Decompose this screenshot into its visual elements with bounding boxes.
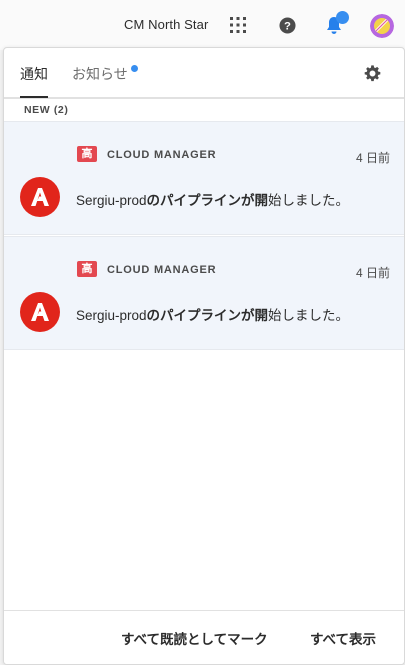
- mark-all-read-button[interactable]: すべて既読としてマーク: [121, 628, 268, 648]
- adobe-logo-icon: [20, 292, 60, 332]
- tab-notifications[interactable]: 通知: [20, 64, 48, 84]
- notification-source: CLOUD MANAGER: [107, 149, 217, 161]
- notification-time: 4 日前: [355, 151, 390, 165]
- priority-badge: 高: [77, 146, 97, 162]
- top-bar: CM North Star ?: [0, 0, 405, 50]
- priority-badge: 高: [77, 261, 97, 277]
- avatar[interactable]: [370, 14, 394, 38]
- selected-tab-indicator: [20, 96, 48, 98]
- gear-icon[interactable]: [364, 65, 381, 82]
- section-label: NEW (2): [24, 104, 69, 116]
- announcement-unread-dot: [131, 65, 138, 72]
- apps-grid-icon[interactable]: [230, 17, 246, 33]
- org-switcher[interactable]: CM North Star: [124, 17, 208, 32]
- tab-announcements[interactable]: お知らせ: [72, 64, 128, 84]
- notification-message: Sergiu-prodのパイプラインが開始しました。: [76, 308, 350, 323]
- tab-bar: 通知 お知らせ: [4, 48, 404, 99]
- adobe-logo-icon: [20, 177, 60, 217]
- show-all-button[interactable]: すべて表示: [310, 628, 376, 648]
- notification-time: 4 日前: [355, 266, 390, 280]
- svg-text:?: ?: [284, 20, 291, 32]
- unread-indicator: [336, 11, 349, 24]
- popover-footer: すべて既読としてマーク すべて表示: [4, 610, 404, 664]
- help-icon[interactable]: ?: [279, 17, 296, 34]
- notifications-popover: 通知 お知らせ NEW (2) 高 CLOUD MANAGER 4 日前 Ser…: [3, 47, 405, 665]
- notification-card[interactable]: 高 CLOUD MANAGER 4 日前 Sergiu-prodのパイプラインが…: [4, 236, 404, 350]
- notification-source: CLOUD MANAGER: [107, 264, 217, 276]
- notification-card[interactable]: 高 CLOUD MANAGER 4 日前 Sergiu-prodのパイプラインが…: [4, 121, 404, 235]
- notification-message: Sergiu-prodのパイプラインが開始しました。: [76, 193, 350, 208]
